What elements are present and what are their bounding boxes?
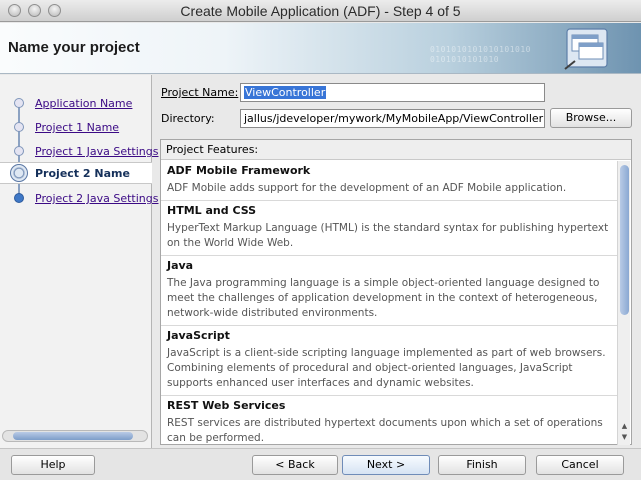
- wizard-button-bar: Help < Back Next > Finish Cancel: [0, 448, 641, 480]
- project-name-label: Project Name:: [161, 86, 239, 99]
- feature-description: The Java programming language is a simpl…: [167, 277, 600, 319]
- steps-horizontal-scrollbar[interactable]: [2, 430, 148, 442]
- wizard-window-icon: [564, 28, 608, 70]
- features-vertical-scrollbar[interactable]: ▲ ▼: [617, 161, 630, 445]
- feature-name: ADF Mobile Framework: [167, 164, 311, 177]
- next-button[interactable]: Next >: [342, 455, 430, 475]
- directory-label: Directory:: [161, 112, 215, 125]
- wizard-steps-panel: Application Name Project 1 Name Project …: [0, 75, 158, 448]
- step-project-1-java-settings[interactable]: Project 1 Java Settings: [0, 141, 158, 163]
- list-item: Java The Java programming language is a …: [161, 256, 617, 326]
- project-features-header: Project Features:: [161, 140, 631, 160]
- finish-button[interactable]: Finish: [438, 455, 526, 475]
- project-features-list[interactable]: ADF Mobile Framework ADF Mobile adds sup…: [161, 161, 617, 445]
- step-todo-icon: [14, 193, 24, 203]
- wizard-window: Create Mobile Application (ADF) - Step 4…: [0, 0, 641, 480]
- title-bar: Create Mobile Application (ADF) - Step 4…: [0, 0, 641, 22]
- binary-decoration-text: 0101010101010101010 0101010101010: [429, 45, 531, 64]
- scrollbar-thumb[interactable]: [13, 432, 133, 440]
- step-label[interactable]: Project 1 Java Settings: [35, 145, 158, 158]
- directory-input[interactable]: jallus/jdeveloper/mywork/MyMobileApp/Vie…: [240, 109, 545, 128]
- feature-name: JavaScript: [167, 329, 230, 342]
- project-name-value: ViewController: [244, 86, 327, 99]
- step-done-icon: [14, 122, 24, 132]
- list-item: JavaScript JavaScript is a client-side s…: [161, 326, 617, 396]
- list-item: ADF Mobile Framework ADF Mobile adds sup…: [161, 161, 617, 201]
- scrollbar-thumb[interactable]: [620, 165, 629, 315]
- feature-description: REST services are distributed hypertext …: [167, 417, 603, 444]
- scroll-up-arrow-icon[interactable]: ▲: [620, 421, 629, 431]
- current-step-icon: [10, 164, 28, 182]
- wizard-header: Name your project 0101010101010101010 01…: [0, 23, 641, 74]
- browse-button[interactable]: Browse...: [550, 108, 632, 128]
- project-name-input[interactable]: ViewController: [240, 83, 545, 102]
- feature-name: REST Web Services: [167, 399, 286, 412]
- back-button[interactable]: < Back: [252, 455, 338, 475]
- step-label[interactable]: Project 1 Name: [35, 121, 119, 134]
- page-title: Name your project: [8, 39, 140, 56]
- cancel-button[interactable]: Cancel: [536, 455, 624, 475]
- feature-name: HTML and CSS: [167, 204, 257, 217]
- feature-description: HyperText Markup Language (HTML) is the …: [167, 222, 609, 249]
- directory-value: jallus/jdeveloper/mywork/MyMobileApp/Vie…: [244, 112, 544, 125]
- project-features-panel: Project Features: ADF Mobile Framework A…: [160, 139, 632, 445]
- step-label: Project 2 Name: [35, 167, 130, 180]
- step-done-icon: [14, 146, 24, 156]
- scroll-down-arrow-icon[interactable]: ▼: [620, 432, 629, 442]
- list-item: REST Web Services REST services are dist…: [161, 396, 617, 445]
- step-label[interactable]: Project 2 Java Settings: [35, 192, 158, 205]
- feature-name: Java: [167, 259, 194, 272]
- step-project-2-java-settings[interactable]: Project 2 Java Settings: [0, 188, 158, 210]
- feature-description: ADF Mobile adds support for the developm…: [167, 182, 567, 194]
- binary-decoration: 0101010101010101010 0101010101010: [430, 45, 531, 65]
- step-done-icon: [14, 98, 24, 108]
- step-project-1-name[interactable]: Project 1 Name: [0, 117, 152, 139]
- window-title: Create Mobile Application (ADF) - Step 4…: [180, 3, 461, 19]
- step-label[interactable]: Application Name: [35, 97, 132, 110]
- feature-description: JavaScript is a client-side scripting la…: [167, 347, 606, 389]
- step-application-name[interactable]: Application Name: [0, 93, 152, 115]
- step-project-2-name[interactable]: Project 2 Name: [0, 162, 152, 184]
- help-button[interactable]: Help: [11, 455, 95, 475]
- list-item: HTML and CSS HyperText Markup Language (…: [161, 201, 617, 256]
